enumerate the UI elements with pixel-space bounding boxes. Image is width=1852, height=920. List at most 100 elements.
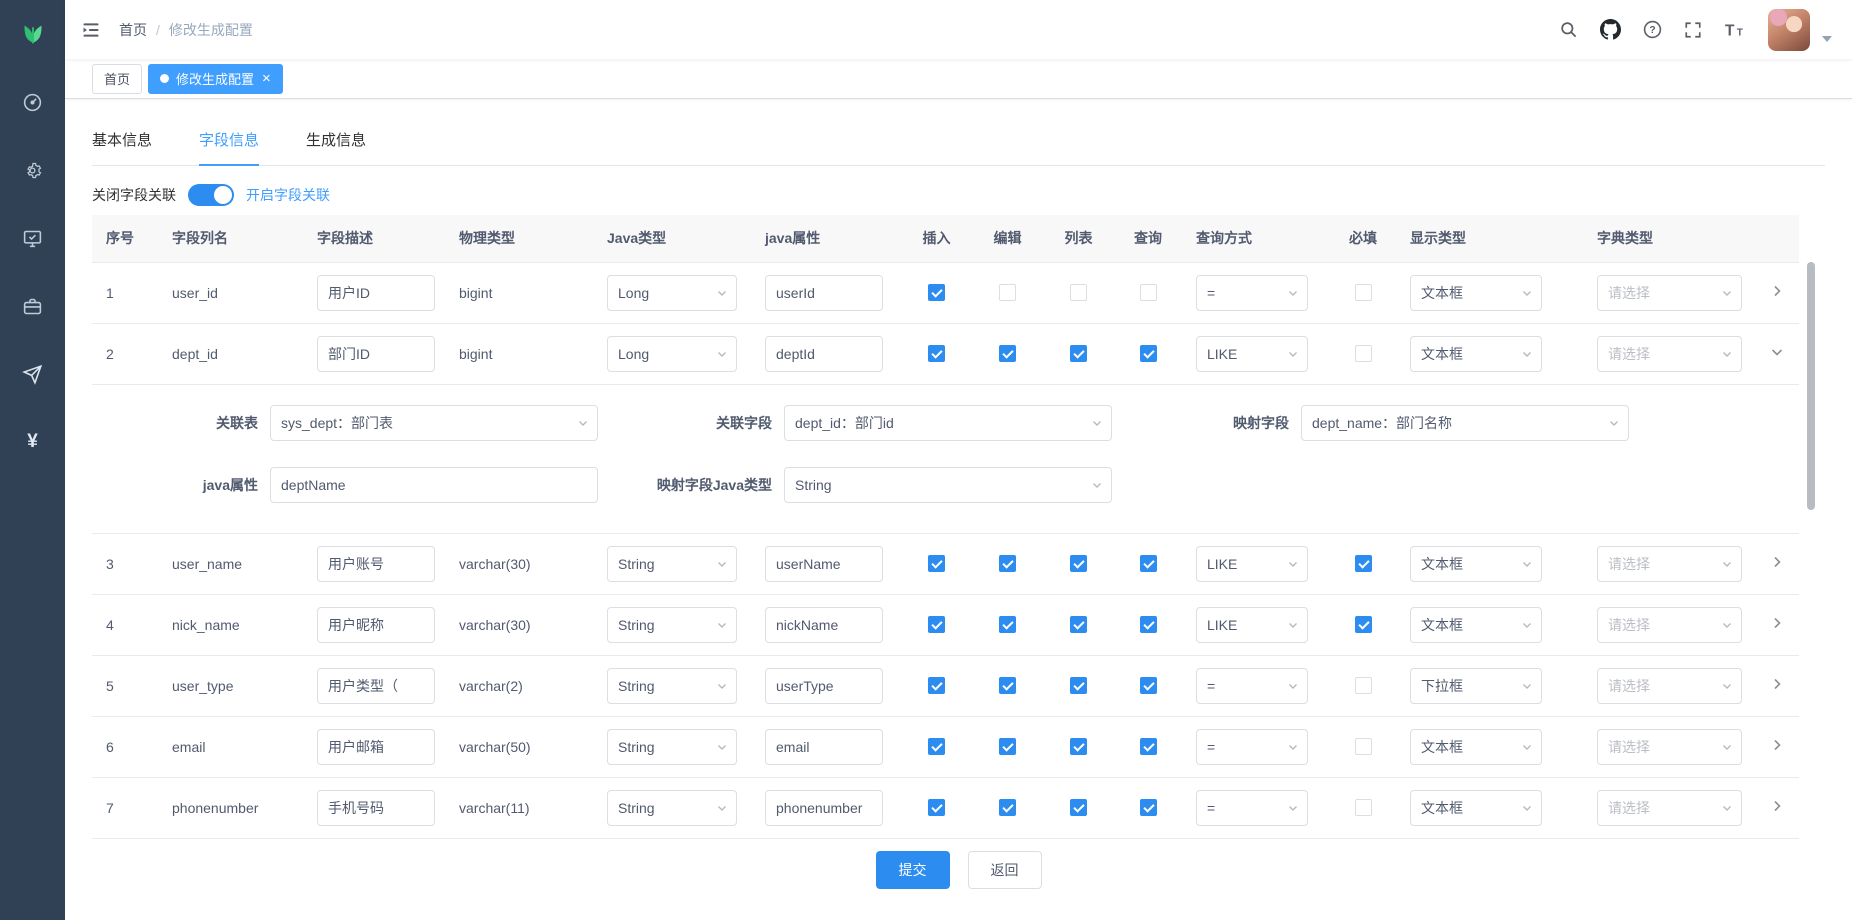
detail-field-select[interactable]: dept_name：部门名称 [1301,405,1629,441]
tab-gen-info[interactable]: 生成信息 [306,119,366,165]
description-input[interactable] [317,729,435,765]
app-logo[interactable] [0,0,65,60]
java-field-input[interactable] [765,336,883,372]
description-input[interactable] [317,668,435,704]
tag-home[interactable]: 首页 [92,64,142,94]
dict-type-select[interactable]: 请选择 [1597,729,1742,765]
java-field-input[interactable] [765,729,883,765]
edit-checkbox[interactable] [999,616,1016,633]
java-field-input[interactable] [765,668,883,704]
java-field-input[interactable] [765,275,883,311]
java-field-input[interactable] [765,607,883,643]
java-type-select[interactable]: String [607,729,737,765]
insert-checkbox[interactable] [928,738,945,755]
query-checkbox[interactable] [1140,677,1157,694]
description-input[interactable] [317,790,435,826]
java-type-select[interactable]: Long [607,336,737,372]
breadcrumb-home[interactable]: 首页 [119,20,147,40]
tab-basic-info[interactable]: 基本信息 [92,119,152,165]
required-checkbox[interactable] [1355,345,1372,362]
query-type-select[interactable]: LIKE [1196,546,1308,582]
relation-toggle[interactable] [188,184,234,206]
chevron-down-icon[interactable] [1822,36,1832,42]
expand-row-icon[interactable] [1770,616,1784,630]
detail-field-input[interactable] [270,467,598,503]
dict-type-select[interactable]: 请选择 [1597,668,1742,704]
required-checkbox[interactable] [1355,677,1372,694]
detail-field-select[interactable]: dept_id：部门id [784,405,1112,441]
java-type-select[interactable]: String [607,790,737,826]
description-input[interactable] [317,607,435,643]
query-type-select[interactable]: LIKE [1196,607,1308,643]
expand-row-icon[interactable] [1770,345,1784,359]
back-button[interactable]: 返回 [968,851,1042,889]
dashboard-icon[interactable] [21,90,45,114]
html-type-select[interactable]: 文本框 [1410,546,1542,582]
query-type-select[interactable]: = [1196,668,1308,704]
insert-checkbox[interactable] [928,799,945,816]
list-checkbox[interactable] [1070,284,1087,301]
query-checkbox[interactable] [1140,799,1157,816]
html-type-select[interactable]: 文本框 [1410,607,1542,643]
list-checkbox[interactable] [1070,616,1087,633]
html-type-select[interactable]: 文本框 [1410,336,1542,372]
edit-checkbox[interactable] [999,677,1016,694]
insert-checkbox[interactable] [928,284,945,301]
edit-checkbox[interactable] [999,799,1016,816]
query-checkbox[interactable] [1140,284,1157,301]
question-icon[interactable]: ? [1643,20,1662,39]
detail-field-select[interactable]: sys_dept：部门表 [270,405,598,441]
fullscreen-icon[interactable] [1684,21,1702,39]
query-type-select[interactable]: LIKE [1196,336,1308,372]
insert-checkbox[interactable] [928,677,945,694]
dict-type-select[interactable]: 请选择 [1597,790,1742,826]
dict-type-select[interactable]: 请选择 [1597,607,1742,643]
dict-type-select[interactable]: 请选择 [1597,275,1742,311]
tab-field-info[interactable]: 字段信息 [199,119,259,165]
description-input[interactable] [317,546,435,582]
description-input[interactable] [317,336,435,372]
description-input[interactable] [317,275,435,311]
search-icon[interactable] [1559,20,1578,39]
insert-checkbox[interactable] [928,555,945,572]
paper-plane-icon[interactable] [21,362,45,386]
gear-icon[interactable] [21,158,45,182]
java-type-select[interactable]: String [607,668,737,704]
briefcase-icon[interactable] [21,294,45,318]
query-checkbox[interactable] [1140,555,1157,572]
query-checkbox[interactable] [1140,616,1157,633]
edit-checkbox[interactable] [999,555,1016,572]
scrollbar-thumb[interactable] [1807,262,1815,510]
scrollbar-track[interactable] [1807,262,1815,837]
html-type-select[interactable]: 下拉框 [1410,668,1542,704]
user-avatar[interactable] [1768,9,1810,51]
expand-row-icon[interactable] [1770,555,1784,569]
query-checkbox[interactable] [1140,345,1157,362]
query-type-select[interactable]: = [1196,275,1308,311]
font-size-icon[interactable]: T T [1724,20,1746,40]
list-checkbox[interactable] [1070,555,1087,572]
list-checkbox[interactable] [1070,738,1087,755]
submit-button[interactable]: 提交 [876,851,950,889]
monitor-icon[interactable] [21,226,45,250]
required-checkbox[interactable] [1355,616,1372,633]
edit-checkbox[interactable] [999,284,1016,301]
expand-row-icon[interactable] [1770,677,1784,691]
hamburger-icon[interactable] [81,20,101,40]
html-type-select[interactable]: 文本框 [1410,275,1542,311]
expand-row-icon[interactable] [1770,738,1784,752]
query-type-select[interactable]: = [1196,729,1308,765]
required-checkbox[interactable] [1355,284,1372,301]
list-checkbox[interactable] [1070,345,1087,362]
yen-icon[interactable]: ¥ [21,430,45,454]
html-type-select[interactable]: 文本框 [1410,729,1542,765]
required-checkbox[interactable] [1355,799,1372,816]
query-type-select[interactable]: = [1196,790,1308,826]
list-checkbox[interactable] [1070,677,1087,694]
dict-type-select[interactable]: 请选择 [1597,336,1742,372]
dict-type-select[interactable]: 请选择 [1597,546,1742,582]
required-checkbox[interactable] [1355,738,1372,755]
expand-row-icon[interactable] [1770,799,1784,813]
java-field-input[interactable] [765,546,883,582]
expand-row-icon[interactable] [1770,284,1784,298]
